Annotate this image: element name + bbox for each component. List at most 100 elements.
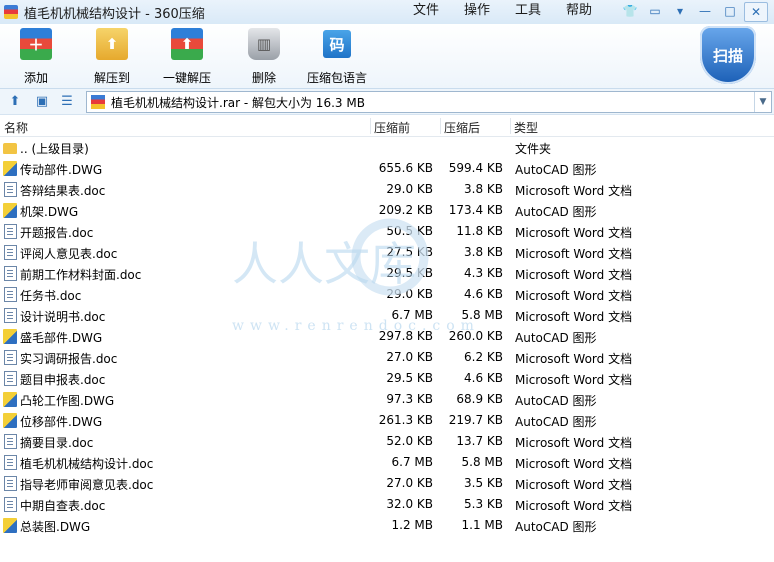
chevron-down-icon[interactable]: ▼ <box>754 92 771 112</box>
file-type: Microsoft Word 文档 <box>515 226 633 240</box>
file-name: 指导老师审阅意见表.doc <box>20 478 154 492</box>
file-type: AutoCAD 图形 <box>515 394 597 408</box>
file-row[interactable]: 前期工作材料封面.doc 29.5 KB 4.3 KB Microsoft Word … <box>0 263 774 284</box>
one-click-extract-button[interactable]: ⬆ 一键解压 <box>163 28 211 86</box>
file-row[interactable]: 总装图.DWG 1.2 MB 1.1 MB AutoCAD 图形 <box>0 515 774 536</box>
column-type[interactable]: 类型 <box>514 119 538 136</box>
list-view-icon[interactable]: ☰ <box>58 92 76 110</box>
file-row[interactable]: 评阅人意见表.doc 27.5 KB 3.8 KB Microsoft Word 文档 <box>0 242 774 263</box>
menu-help[interactable]: 帮助 <box>566 0 617 24</box>
delete-icon: ▥ <box>248 28 280 60</box>
close-icon[interactable]: ✕ <box>744 2 768 22</box>
column-divider[interactable] <box>370 118 371 134</box>
file-size-after: 4.3 KB <box>464 266 503 280</box>
file-type: Microsoft Word 文档 <box>515 478 633 492</box>
file-size-before: 29.0 KB <box>386 182 433 196</box>
autocad-file-icon <box>3 161 17 176</box>
file-size-before: 29.0 KB <box>386 287 433 301</box>
file-row[interactable]: 指导老师审阅意见表.doc 27.0 KB 3.5 KB Microsoft Word… <box>0 473 774 494</box>
archive-language-label: 压缩包语言 <box>307 71 368 85</box>
file-size-after: 260.0 KB <box>448 329 503 343</box>
file-name: 题目申报表.doc <box>20 373 106 387</box>
file-name: 位移部件.DWG <box>20 415 103 429</box>
extract-to-icon: ⬆ <box>96 28 128 60</box>
file-name: 前期工作材料封面.doc <box>20 268 142 282</box>
scan-button[interactable]: 扫描 <box>700 26 760 88</box>
file-row[interactable]: 设计说明书.doc 6.7 MB 5.8 MB Microsoft Word 文档 <box>0 305 774 326</box>
word-doc-icon <box>4 476 17 491</box>
word-doc-icon <box>4 245 17 260</box>
menu-operation[interactable]: 操作 <box>464 0 515 24</box>
file-name: 中期自查表.doc <box>20 499 106 513</box>
column-name[interactable]: 名称 <box>4 119 28 136</box>
file-type: Microsoft Word 文档 <box>515 184 633 198</box>
file-row[interactable]: 实习调研报告.doc 27.0 KB 6.2 KB Microsoft Word 文档 <box>0 347 774 368</box>
archive-language-icon: 码 <box>323 30 351 58</box>
autocad-file-icon <box>3 329 17 344</box>
file-type: AutoCAD 图形 <box>515 520 597 534</box>
column-compressed-after[interactable]: 压缩后 <box>444 119 480 136</box>
file-row[interactable]: 中期自查表.doc 32.0 KB 5.3 KB Microsoft Word 文档 <box>0 494 774 515</box>
archive-language-button[interactable]: 码 压缩包语言 <box>307 28 367 86</box>
file-name: 设计说明书.doc <box>20 310 106 324</box>
file-name: 评阅人意见表.doc <box>20 247 118 261</box>
file-size-after: 599.4 KB <box>448 161 503 175</box>
file-size-after: 5.8 MB <box>461 308 503 322</box>
up-arrow-icon[interactable]: ⬆ <box>6 92 24 110</box>
menu-tools[interactable]: 工具 <box>515 0 566 24</box>
file-row[interactable]: 植毛机机械结构设计.doc 6.7 MB 5.8 MB Microsoft Word … <box>0 452 774 473</box>
file-type: Microsoft Word 文档 <box>515 247 633 261</box>
file-row[interactable]: 答辩结果表.doc 29.0 KB 3.8 KB Microsoft Word 文档 <box>0 179 774 200</box>
word-doc-icon <box>4 308 17 323</box>
file-size-before: 29.5 KB <box>386 371 433 385</box>
file-type: AutoCAD 图形 <box>515 163 597 177</box>
thumbnail-view-icon[interactable]: ▣ <box>33 92 51 110</box>
file-size-after: 4.6 KB <box>464 287 503 301</box>
column-divider[interactable] <box>510 118 511 134</box>
column-compressed-before[interactable]: 压缩前 <box>374 119 410 136</box>
file-row[interactable]: 题目申报表.doc 29.5 KB 4.6 KB Microsoft Word 文档 <box>0 368 774 389</box>
file-type: AutoCAD 图形 <box>515 415 597 429</box>
extract-to-button[interactable]: ⬆ 解压到 <box>94 28 130 86</box>
file-row[interactable]: 开题报告.doc 50.5 KB 11.8 KB Microsoft Word 文档 <box>0 221 774 242</box>
file-list: .. (上级目录) 文件夹 传动部件.DWG 655.6 KB 599.4 KB Auto… <box>0 137 774 536</box>
autocad-file-icon <box>3 203 17 218</box>
delete-button[interactable]: ▥ 删除 <box>248 28 280 86</box>
menu-bar: 文件 操作 工具 帮助 <box>413 0 617 24</box>
file-size-before: 209.2 KB <box>378 203 433 217</box>
file-size-after: 13.7 KB <box>456 434 503 448</box>
file-type: Microsoft Word 文档 <box>515 457 633 471</box>
file-size-after: 1.1 MB <box>461 518 503 532</box>
column-header: 名称 压缩前 压缩后 类型 <box>0 116 774 137</box>
feedback-icon[interactable]: ▭ <box>644 2 666 20</box>
file-size-before: 297.8 KB <box>378 329 433 343</box>
column-divider[interactable] <box>440 118 441 134</box>
word-doc-icon <box>4 371 17 386</box>
file-size-before: 50.5 KB <box>386 224 433 238</box>
file-size-after: 5.8 MB <box>461 455 503 469</box>
maximize-icon[interactable]: □ <box>719 2 741 20</box>
file-name: .. (上级目录) <box>20 142 89 156</box>
file-size-after: 68.9 KB <box>456 392 503 406</box>
one-click-extract-label: 一键解压 <box>163 71 212 85</box>
one-click-extract-icon: ⬆ <box>171 28 203 60</box>
address-field[interactable]: 植毛机机械结构设计.rar - 解包大小为 16.3 MB ▼ <box>86 91 772 113</box>
file-row[interactable]: 传动部件.DWG 655.6 KB 599.4 KB AutoCAD 图形 <box>0 158 774 179</box>
file-row[interactable]: 凸轮工作图.DWG 97.3 KB 68.9 KB AutoCAD 图形 <box>0 389 774 410</box>
file-row[interactable]: .. (上级目录) 文件夹 <box>0 137 774 158</box>
file-row[interactable]: 位移部件.DWG 261.3 KB 219.7 KB AutoCAD 图形 <box>0 410 774 431</box>
file-row[interactable]: 机架.DWG 209.2 KB 173.4 KB AutoCAD 图形 <box>0 200 774 221</box>
file-row[interactable]: 盛毛部件.DWG 297.8 KB 260.0 KB AutoCAD 图形 <box>0 326 774 347</box>
rar-file-icon <box>91 95 105 109</box>
window-controls: 👕 ▭ ▾ — □ ✕ <box>619 2 768 22</box>
menu-dropdown-icon[interactable]: ▾ <box>669 2 691 20</box>
skin-icon[interactable]: 👕 <box>619 2 641 20</box>
add-button[interactable]: ＋ 添加 <box>20 28 52 86</box>
file-size-after: 4.6 KB <box>464 371 503 385</box>
menu-file[interactable]: 文件 <box>413 0 464 24</box>
file-size-before: 29.5 KB <box>386 266 433 280</box>
file-size-before: 27.0 KB <box>386 350 433 364</box>
minimize-icon[interactable]: — <box>694 2 716 20</box>
file-row[interactable]: 摘要目录.doc 52.0 KB 13.7 KB Microsoft Word 文档 <box>0 431 774 452</box>
file-row[interactable]: 任务书.doc 29.0 KB 4.6 KB Microsoft Word 文档 <box>0 284 774 305</box>
